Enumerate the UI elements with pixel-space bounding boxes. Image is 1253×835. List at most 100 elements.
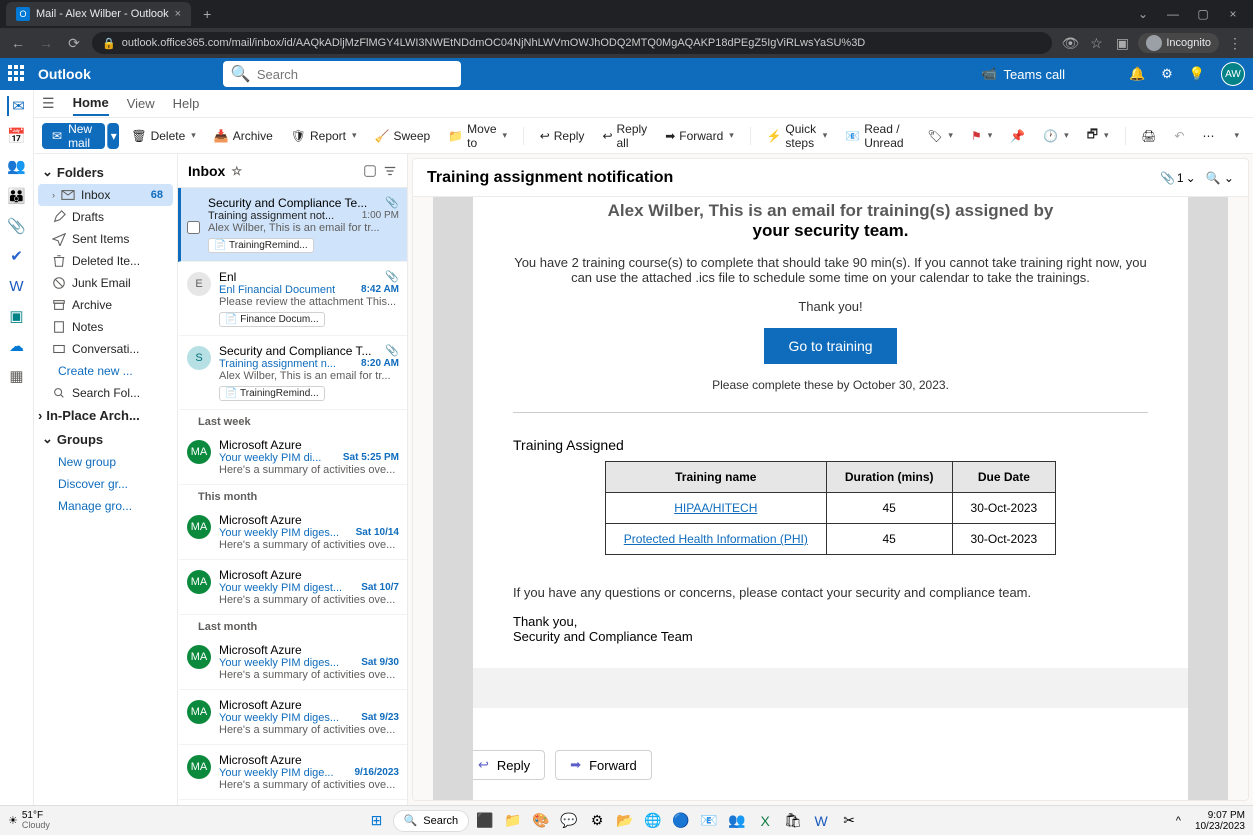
explorer-icon[interactable]: 📁	[501, 809, 525, 833]
extension-icon[interactable]: ▣	[1112, 35, 1132, 52]
teams-full-icon[interactable]: 👥	[725, 809, 749, 833]
onedrive-icon[interactable]: ☁	[7, 336, 27, 356]
pin-button[interactable]: 📌	[1004, 125, 1031, 147]
folder-tb-icon[interactable]: 📂	[613, 809, 637, 833]
reload-icon[interactable]: ⟳	[64, 35, 84, 52]
word-tb-icon[interactable]: W	[809, 809, 833, 833]
read-unread-button[interactable]: 📧 Read / Unread	[839, 118, 915, 154]
attachment-chip[interactable]: 📄 TrainingRemind...	[219, 386, 325, 401]
settings-icon[interactable]: ⚙	[1161, 66, 1173, 82]
zoom-button[interactable]: 🔍 ⌄	[1206, 171, 1234, 185]
move-to-button[interactable]: 📁 Move to▾	[442, 118, 513, 154]
forward-button[interactable]: ➡ Forward▾	[659, 125, 740, 147]
reply-action[interactable]: ↩Reply	[463, 750, 545, 780]
folders-header[interactable]: ⌄Folders	[34, 160, 177, 184]
word-icon[interactable]: W	[7, 276, 27, 296]
mail-icon[interactable]: ✉	[7, 96, 27, 116]
sweep-button[interactable]: 🧹 Sweep	[369, 125, 437, 147]
attachment-chip[interactable]: 📄 Finance Docum...	[219, 312, 325, 327]
task-view-icon[interactable]: ⬛	[473, 809, 497, 833]
message-item[interactable]: SSecurity and Compliance T...📎Training a…	[178, 336, 407, 410]
tab-view[interactable]: View	[127, 96, 155, 115]
edge-icon[interactable]: 🌐	[641, 809, 665, 833]
filter-icon[interactable]	[383, 164, 397, 178]
reply-all-button[interactable]: ↩ Reply all	[596, 118, 653, 154]
tab-home[interactable]: Home	[73, 95, 109, 116]
tab-help[interactable]: Help	[173, 96, 200, 115]
folder-junk[interactable]: Junk Email	[34, 272, 177, 294]
create-folder-link[interactable]: Create new ...	[34, 360, 177, 382]
attachment-count[interactable]: 📎 1 ⌄	[1160, 171, 1196, 185]
folder-deleted[interactable]: Deleted Ite...	[34, 250, 177, 272]
folder-archive[interactable]: Archive	[34, 294, 177, 316]
outlook-tb-icon[interactable]: 📧	[697, 809, 721, 833]
archive-button[interactable]: 📥 Archive	[208, 125, 279, 147]
lightbulb-icon[interactable]: 💡	[1189, 66, 1205, 82]
quick-steps-button[interactable]: ⚡ Quick steps▾	[760, 118, 833, 154]
message-item[interactable]: MAMicrosoft AzureYour weekly PIM diges..…	[178, 690, 407, 745]
snip-icon[interactable]: ✂	[837, 809, 861, 833]
more-commands[interactable]: ⋯	[1196, 125, 1220, 147]
weather-widget[interactable]: ☀ 51°F Cloudy	[8, 811, 50, 830]
start-button[interactable]: ⊞	[365, 809, 389, 833]
tag-button[interactable]: 🏷▾	[921, 125, 959, 147]
discover-groups-link[interactable]: Discover gr...	[34, 473, 177, 495]
back-icon[interactable]: ←	[8, 35, 28, 51]
chevron-down-icon[interactable]: ⌄	[1129, 2, 1157, 26]
message-item[interactable]: EEnl📎Enl Financial Document8:42 AMPlease…	[178, 262, 407, 336]
message-item[interactable]: MAMicrosoft AzureYour weekly PIM diges..…	[178, 635, 407, 690]
msg-checkbox[interactable]	[187, 202, 200, 253]
snooze-button[interactable]: 🕐▾	[1037, 125, 1074, 147]
todo-icon[interactable]: ✔	[7, 246, 27, 266]
window-minimize[interactable]: —	[1159, 2, 1187, 26]
bookings-icon[interactable]: ▣	[7, 306, 27, 326]
message-item[interactable]: MAMicrosoft AzureYour weekly PIM digest.…	[178, 560, 407, 615]
hamburger-icon[interactable]: ☰	[42, 95, 55, 112]
user-avatar[interactable]: AW	[1221, 62, 1245, 86]
system-clock[interactable]: 9:07 PM 10/23/2023	[1195, 810, 1245, 832]
training-link-1[interactable]: HIPAA/HITECH	[674, 501, 757, 515]
message-item[interactable]: Security and Compliance Te...📎Training a…	[178, 188, 407, 262]
folder-sent[interactable]: Sent Items	[34, 228, 177, 250]
message-item[interactable]: MAMicrosoft Azure	[178, 800, 407, 805]
groups-header[interactable]: ⌄Groups	[34, 427, 177, 451]
tray-chevron[interactable]: ^	[1176, 815, 1181, 827]
people-icon[interactable]: 👥	[7, 156, 27, 176]
settings-tb-icon[interactable]: ⚙	[585, 809, 609, 833]
url-box[interactable]: 🔒 outlook.office365.com/mail/inbox/id/AA…	[92, 32, 1052, 54]
inplace-archive-header[interactable]: ›In-Place Arch...	[34, 404, 177, 427]
copilot-icon[interactable]: 🎨	[529, 809, 553, 833]
eye-off-icon[interactable]: 👁	[1060, 35, 1080, 52]
groups-icon[interactable]: 👪	[7, 186, 27, 206]
new-group-link[interactable]: New group	[34, 451, 177, 473]
search-box[interactable]: 🔍	[223, 61, 461, 87]
browser-tab[interactable]: O Mail - Alex Wilber - Outlook ×	[6, 2, 191, 26]
star-icon[interactable]: ☆	[1086, 35, 1106, 52]
excel-icon[interactable]: X	[753, 809, 777, 833]
undo-button[interactable]: ↶	[1168, 125, 1190, 147]
reply-button[interactable]: ↩ Reply	[534, 125, 591, 147]
taskbar-search[interactable]: 🔍 Search	[393, 810, 470, 832]
new-mail-button[interactable]: ✉New mail	[42, 123, 105, 149]
new-tab-button[interactable]: +	[195, 6, 219, 22]
delete-button[interactable]: 🗑 Delete▾	[125, 125, 201, 147]
folder-drafts[interactable]: Drafts	[34, 206, 177, 228]
files-icon[interactable]: 📎	[7, 216, 27, 236]
folder-conversation[interactable]: Conversati...	[34, 338, 177, 360]
message-item[interactable]: MAMicrosoft AzureYour weekly PIM dige...…	[178, 745, 407, 800]
ribbon-caret[interactable]: ▾	[1226, 126, 1245, 145]
folder-inbox[interactable]: ›Inbox68	[38, 184, 173, 206]
folder-notes[interactable]: Notes	[34, 316, 177, 338]
select-icon[interactable]	[363, 164, 377, 178]
flag-button[interactable]: ⚑▾	[965, 125, 998, 147]
calendar-icon[interactable]: 📅	[7, 126, 27, 146]
teams-tb-icon[interactable]: 💬	[557, 809, 581, 833]
teams-call-button[interactable]: 📹 Teams call	[981, 66, 1065, 82]
bell-icon[interactable]: 🔔	[1129, 66, 1145, 82]
attachment-chip[interactable]: 📄 TrainingRemind...	[208, 238, 314, 253]
chrome-icon[interactable]: 🔵	[669, 809, 693, 833]
window-close[interactable]: ×	[1219, 2, 1247, 26]
menu-icon[interactable]: ⋮	[1225, 35, 1245, 52]
new-mail-dropdown[interactable]: ▾	[107, 123, 119, 149]
store-icon[interactable]: 🛍	[781, 809, 805, 833]
